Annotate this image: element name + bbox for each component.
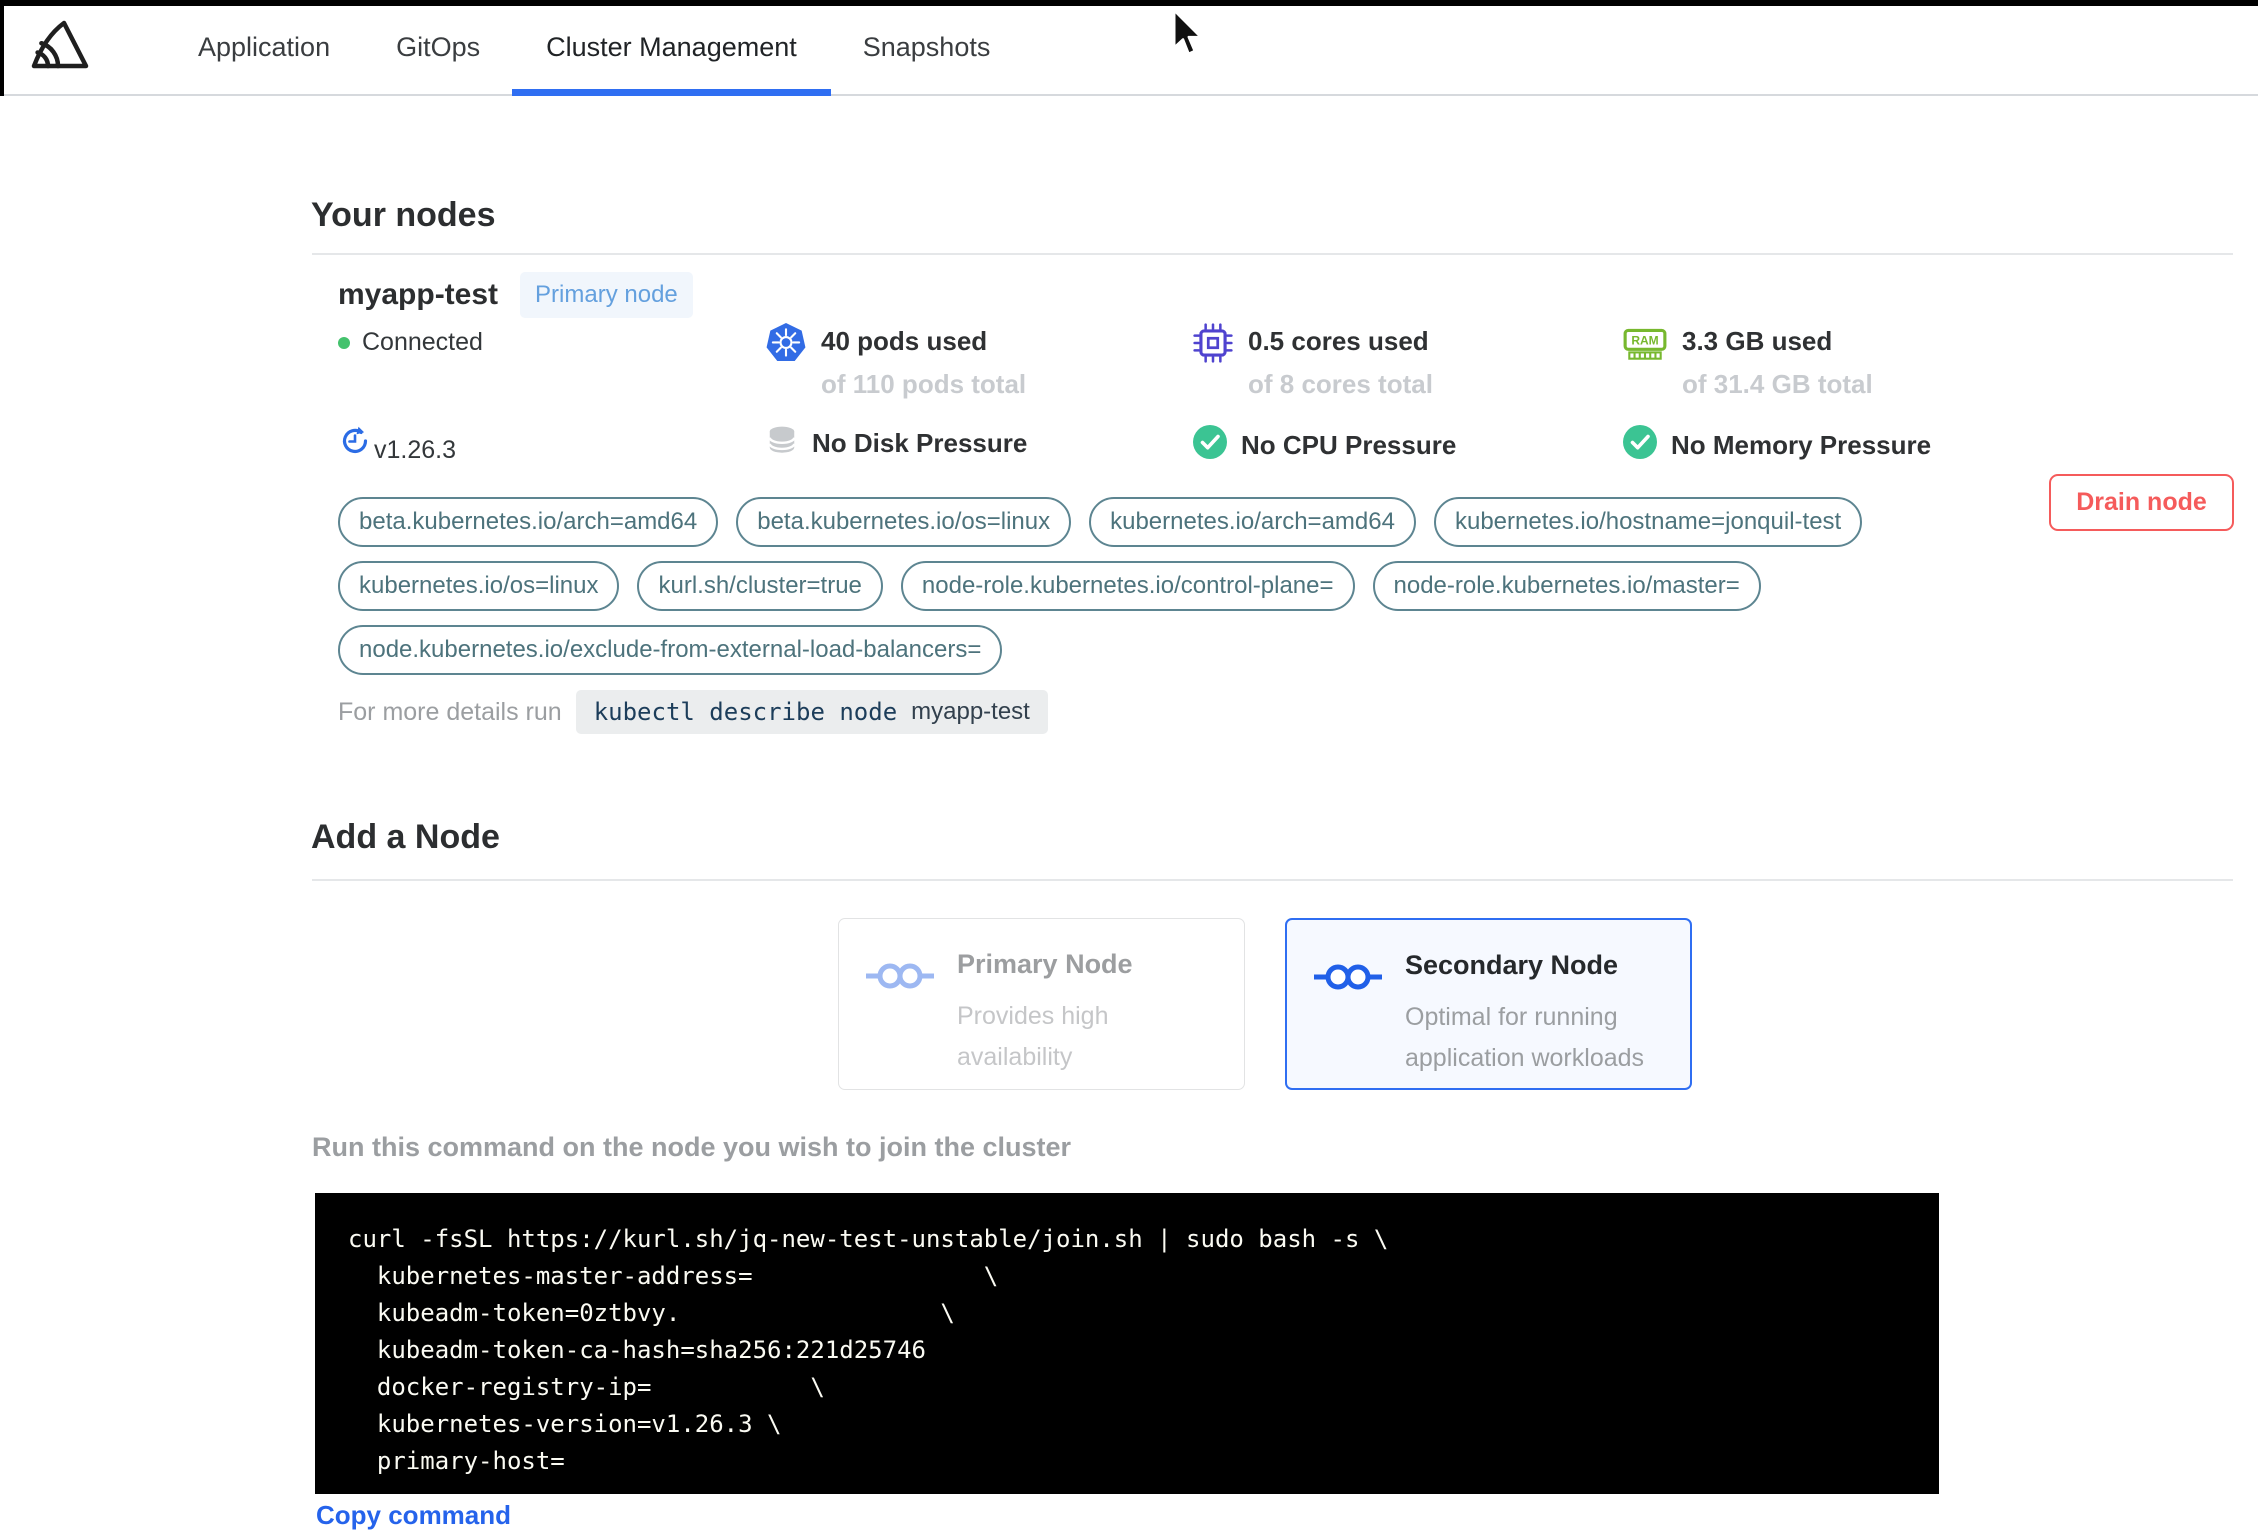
nav-tabs: Application GitOps Cluster Management Sn… (198, 0, 991, 96)
cluster-management-page: Application GitOps Cluster Management Sn… (0, 0, 2258, 1534)
primary-node-option-description: Provides high availability (957, 1002, 1109, 1071)
database-icon (765, 424, 799, 463)
check-circle-icon (1192, 424, 1228, 467)
node-status-cell: Connected (338, 322, 483, 357)
secondary-node-option-card[interactable]: Secondary Node Optimal for running appli… (1285, 918, 1692, 1090)
primary-node-option-title: Primary Node (957, 949, 1133, 979)
node-name: myapp-test (338, 278, 499, 311)
memory-stat: RAM 3.3 GB used of 31.4 GB total (1622, 322, 1873, 400)
tab-application[interactable]: Application (198, 0, 330, 94)
tab-snapshots[interactable]: Snapshots (863, 0, 991, 94)
your-nodes-heading: Your nodes (311, 196, 496, 234)
pods-used-label: 40 pods used (821, 326, 988, 356)
cpu-total-label: of 8 cores total (1248, 369, 1433, 399)
cpu-used-label: 0.5 cores used (1248, 326, 1429, 356)
connected-dot-icon (338, 336, 350, 349)
copy-command-link[interactable]: Copy command (316, 1500, 511, 1531)
node-label-pill: kurl.sh/cluster=true (637, 561, 883, 611)
section-divider (312, 879, 2233, 881)
node-label-pill: beta.kubernetes.io/os=linux (736, 497, 1072, 547)
section-divider (312, 253, 2233, 255)
top-navbar: Application GitOps Cluster Management Sn… (0, 0, 2258, 96)
memory-pressure-condition: No Memory Pressure (1622, 424, 1931, 467)
pods-stat: 40 pods used of 110 pods total (765, 322, 1026, 400)
cpu-pressure-condition: No CPU Pressure (1192, 424, 1456, 467)
window-left-edge (0, 0, 4, 96)
node-label-pill: node-role.kubernetes.io/master= (1372, 561, 1761, 611)
cpu-pressure-label: No CPU Pressure (1241, 430, 1457, 460)
disk-pressure-label: No Disk Pressure (812, 428, 1028, 458)
node-version-cell: v1.26.3 (338, 424, 456, 465)
node-version-label: v1.26.3 (374, 436, 457, 464)
node-status-label: Connected (362, 328, 483, 356)
node-label-pill: node-role.kubernetes.io/control-plane= (900, 561, 1355, 611)
linked-nodes-icon (1311, 950, 1389, 1088)
node-header: myapp-test Primary node (338, 272, 693, 318)
node-label-pill: kubernetes.io/hostname=jonquil-test (1433, 497, 1863, 547)
kubectl-command-text: kubectl describe node (593, 698, 898, 726)
memory-used-label: 3.3 GB used (1682, 326, 1833, 356)
secondary-node-option-title: Secondary Node (1405, 950, 1619, 980)
kubernetes-helm-wheel-icon (765, 322, 807, 369)
cpu-stat: 0.5 cores used of 8 cores total (1192, 322, 1433, 400)
primary-node-option-card[interactable]: Primary Node Provides high availability (838, 918, 1245, 1090)
node-label-pill: kubernetes.io/arch=amd64 (1089, 497, 1416, 547)
check-circle-icon (1622, 424, 1658, 467)
tab-gitops[interactable]: GitOps (396, 0, 480, 94)
node-label-pill: kubernetes.io/os=linux (338, 561, 620, 611)
memory-total-label: of 31.4 GB total (1682, 369, 1873, 399)
ram-stick-icon: RAM (1622, 322, 1668, 369)
node-label-pill: beta.kubernetes.io/arch=amd64 (338, 497, 719, 547)
join-command-block: curl -fsSL https://kurl.sh/jq-new-test-u… (315, 1193, 1939, 1494)
node-label-pill: node.kubernetes.io/exclude-from-external… (338, 625, 1003, 675)
drain-node-button[interactable]: Drain node (2049, 474, 2234, 531)
primary-node-badge: Primary node (520, 272, 693, 318)
memory-pressure-label: No Memory Pressure (1671, 430, 1932, 460)
join-command-text: curl -fsSL https://kurl.sh/jq-new-test-u… (348, 1225, 1389, 1475)
details-prefix-label: For more details run (338, 697, 562, 726)
kubectl-describe-chip: kubectl describe node myapp-test (575, 690, 1048, 734)
window-top-edge (0, 0, 2258, 6)
disk-pressure-condition: No Disk Pressure (765, 424, 1027, 463)
cpu-chip-icon (1192, 322, 1234, 369)
replicated-logo-icon (26, 17, 92, 78)
add-node-heading: Add a Node (311, 818, 500, 856)
tab-cluster-management[interactable]: Cluster Management (512, 0, 831, 96)
node-details-line: For more details run kubectl describe no… (338, 690, 1048, 734)
node-labels: beta.kubernetes.io/arch=amd64 beta.kuber… (338, 497, 1863, 675)
kubectl-node-name: myapp-test (911, 698, 1030, 725)
secondary-node-option-description: Optimal for running application workload… (1405, 1003, 1645, 1072)
join-command-instruction: Run this command on the node you wish to… (312, 1132, 1072, 1162)
pods-total-label: of 110 pods total (821, 369, 1027, 399)
app-logo[interactable] (26, 17, 92, 78)
linked-nodes-icon (863, 949, 941, 1089)
update-clock-icon (338, 424, 372, 465)
svg-text:RAM: RAM (1631, 334, 1658, 348)
